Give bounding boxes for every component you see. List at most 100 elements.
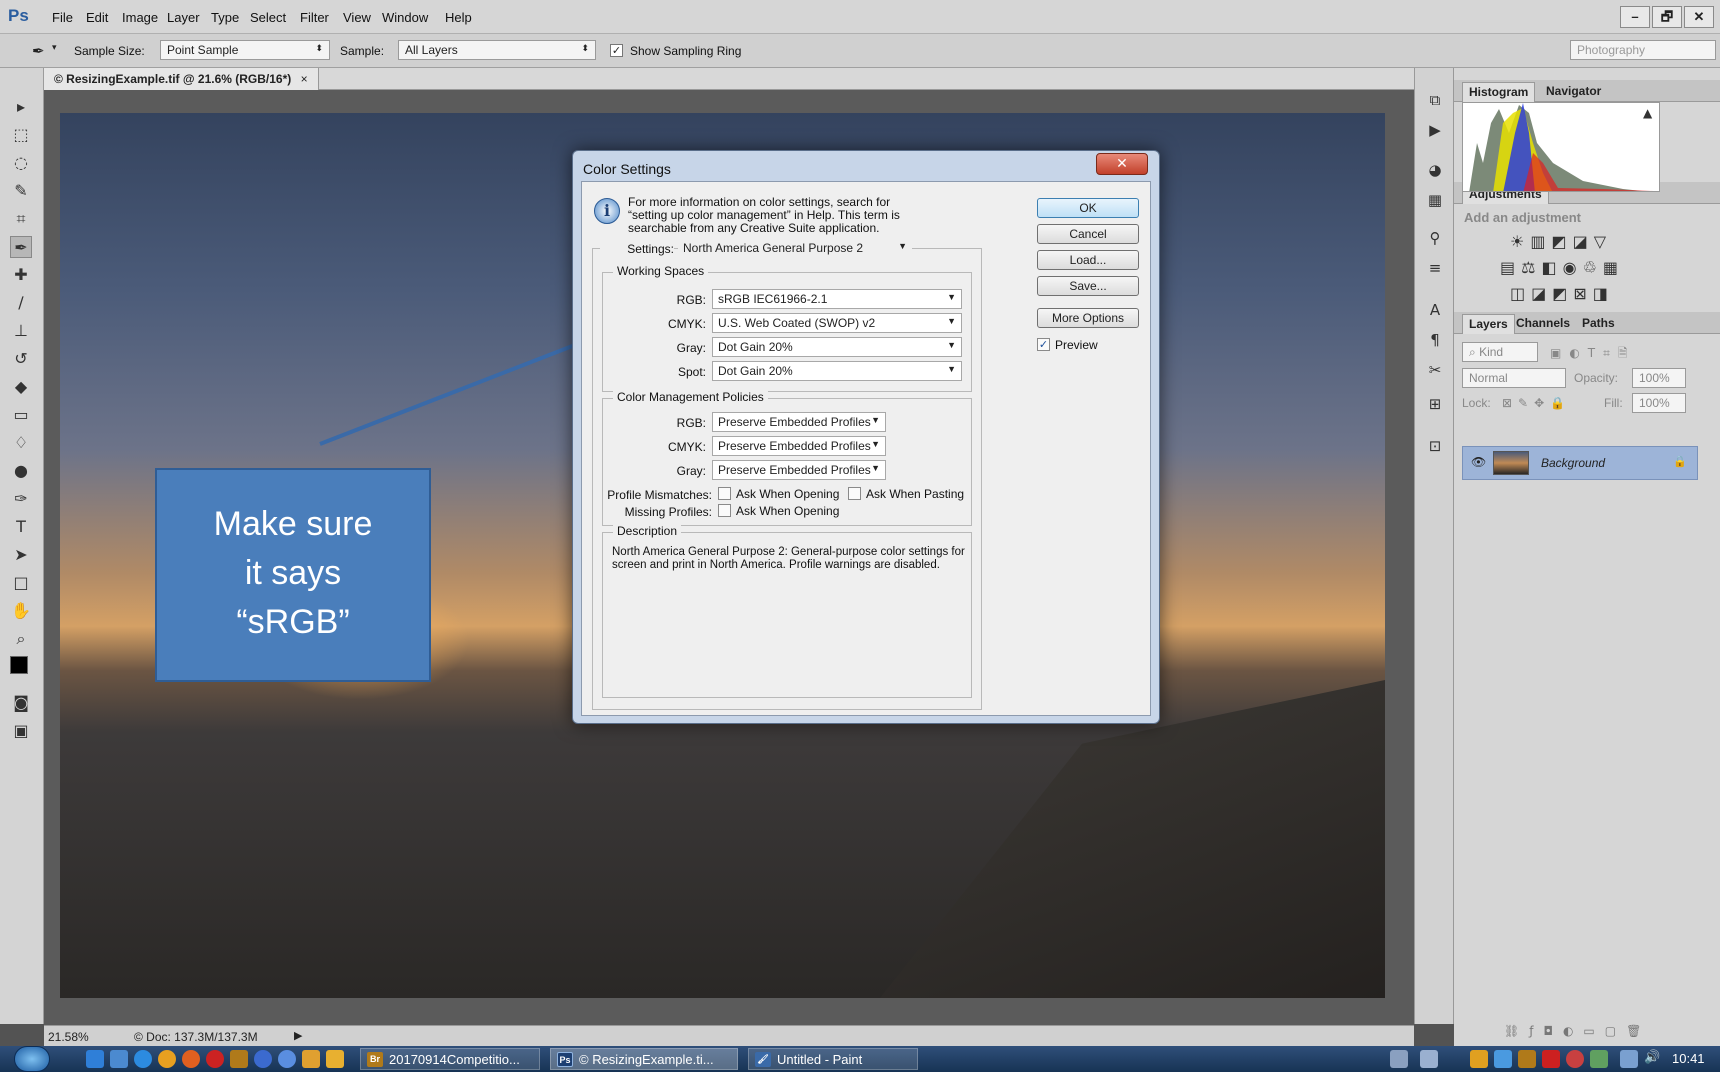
brush-panel-icon[interactable]: ≡ bbox=[1425, 258, 1445, 278]
adjustment-icons-row-1[interactable]: ☀▥◩◪▽ bbox=[1510, 232, 1612, 251]
stamp-tool-icon[interactable]: ⊥ bbox=[10, 320, 32, 342]
ws-spot-select[interactable]: Dot Gain 20% ▼ bbox=[712, 361, 962, 381]
app-icon-1[interactable] bbox=[254, 1050, 272, 1068]
type-tool-icon[interactable]: T bbox=[10, 516, 32, 538]
show-desktop-icon[interactable] bbox=[86, 1050, 104, 1068]
layer-comps-icon[interactable]: ⊞ bbox=[1425, 394, 1445, 414]
missing-ask-when-opening-checkbox[interactable] bbox=[718, 504, 731, 517]
tab-paths[interactable]: Paths bbox=[1576, 314, 1621, 334]
ok-button[interactable]: OK bbox=[1037, 198, 1139, 218]
load-button[interactable]: Load... bbox=[1037, 250, 1139, 270]
settings-select[interactable]: North America General Purpose 2 ▼ bbox=[678, 239, 912, 259]
sample-size-select[interactable]: Point Sample ⬍ bbox=[160, 40, 330, 60]
crop-tool-icon[interactable]: ⌗ bbox=[10, 208, 32, 230]
tool-preset-chevron-icon[interactable]: ▾ bbox=[52, 43, 57, 53]
tab-navigator[interactable]: Navigator bbox=[1540, 82, 1607, 102]
taskbar-clock[interactable]: 10:41 bbox=[1672, 1051, 1705, 1066]
eye-icon[interactable]: 👁 bbox=[1471, 455, 1486, 469]
tool-presets-icon[interactable]: ⚲ bbox=[1425, 228, 1445, 248]
cancel-button[interactable]: Cancel bbox=[1037, 224, 1139, 244]
layer-filter-icons[interactable]: ▣◐T⌗🗎 bbox=[1550, 344, 1636, 365]
blur-tool-icon[interactable]: ♢ bbox=[10, 432, 32, 454]
eraser-tool-icon[interactable]: ◆ bbox=[10, 376, 32, 398]
history-brush-icon[interactable]: ↺ bbox=[10, 348, 32, 370]
save-button[interactable]: Save... bbox=[1037, 276, 1139, 296]
fill-field[interactable]: 100% bbox=[1632, 393, 1686, 413]
menu-type[interactable]: Type bbox=[211, 10, 239, 25]
tray-keyboard-icon[interactable] bbox=[1390, 1050, 1408, 1068]
rectangle-tool-icon[interactable]: □ bbox=[10, 572, 32, 594]
tools-settings-icon[interactable]: ✂ bbox=[1425, 360, 1445, 380]
move-tool-icon[interactable]: ▸ bbox=[10, 96, 32, 118]
character-panel-icon[interactable]: A bbox=[1425, 300, 1445, 320]
policy-gray-select[interactable]: Preserve Embedded Profiles ▼ bbox=[712, 460, 886, 480]
taskbar-task-paint[interactable]: 🖌 Untitled - Paint bbox=[748, 1048, 918, 1070]
menu-edit[interactable]: Edit bbox=[86, 10, 108, 25]
show-sampling-ring-checkbox[interactable]: ✓ bbox=[610, 44, 623, 57]
minimize-button[interactable]: – bbox=[1620, 6, 1650, 28]
adjustment-icons-row-2[interactable]: ▤⚖◧◉♲▦ bbox=[1500, 258, 1624, 277]
taskbar-task-bridge[interactable]: Br 20170914Competitio... bbox=[360, 1048, 540, 1070]
brush-tool-icon[interactable]: ∕ bbox=[10, 292, 32, 314]
tray-app-icon-3[interactable] bbox=[1566, 1050, 1584, 1068]
restore-button[interactable]: 🗗 bbox=[1652, 6, 1682, 28]
zoom-level[interactable]: 21.58% bbox=[48, 1030, 89, 1044]
close-button[interactable]: ✕ bbox=[1684, 6, 1714, 28]
ask-when-pasting-checkbox[interactable] bbox=[848, 487, 861, 500]
ws-gray-select[interactable]: Dot Gain 20% ▼ bbox=[712, 337, 962, 357]
gradient-tool-icon[interactable]: ▭ bbox=[10, 404, 32, 426]
hand-tool-icon[interactable]: ✋ bbox=[10, 600, 32, 622]
quick-mask-icon[interactable]: ◙ bbox=[10, 692, 32, 714]
pen-tool-icon[interactable]: ✑ bbox=[10, 488, 32, 510]
actions-panel-icon[interactable]: ▶ bbox=[1425, 120, 1445, 140]
ws-rgb-select[interactable]: sRGB IEC61966-2.1 ▼ bbox=[712, 289, 962, 309]
adjustment-icons-row-3[interactable]: ◫◪◩⊠◨ bbox=[1510, 284, 1614, 303]
tab-channels[interactable]: Channels bbox=[1510, 314, 1576, 334]
swatches-panel-icon[interactable]: ▦ bbox=[1425, 190, 1445, 210]
paragraph-panel-icon[interactable]: ¶ bbox=[1425, 330, 1445, 350]
tray-ati-icon[interactable] bbox=[1542, 1050, 1560, 1068]
dialog-close-button[interactable]: ✕ bbox=[1096, 153, 1148, 175]
tray-mail-icon[interactable] bbox=[1420, 1050, 1438, 1068]
marquee-tool-icon[interactable]: ⬚ bbox=[10, 124, 32, 146]
policy-rgb-select[interactable]: Preserve Embedded Profiles ▼ bbox=[712, 412, 886, 432]
history-panel-icon[interactable]: ⧉ bbox=[1425, 90, 1445, 110]
tray-app-icon-1[interactable] bbox=[1470, 1050, 1488, 1068]
layer-row-background[interactable]: 👁 Background 🔒 bbox=[1462, 446, 1698, 480]
preview-checkbox[interactable]: ✓ bbox=[1037, 338, 1050, 351]
menu-layer[interactable]: Layer bbox=[167, 10, 200, 25]
chrome-icon[interactable] bbox=[158, 1050, 176, 1068]
ask-when-opening-checkbox[interactable] bbox=[718, 487, 731, 500]
start-button[interactable] bbox=[14, 1046, 50, 1072]
menu-filter[interactable]: Filter bbox=[300, 10, 329, 25]
opacity-field[interactable]: 100% bbox=[1632, 368, 1686, 388]
quick-select-tool-icon[interactable]: ✎ bbox=[10, 180, 32, 202]
eyedropper-tool-icon[interactable]: ✒ bbox=[10, 236, 32, 258]
path-select-tool-icon[interactable]: ➤ bbox=[10, 544, 32, 566]
policy-cmyk-select[interactable]: Preserve Embedded Profiles ▼ bbox=[712, 436, 886, 456]
blend-mode-select[interactable]: Normal bbox=[1462, 368, 1566, 388]
app-icon-3[interactable] bbox=[302, 1050, 320, 1068]
tab-histogram[interactable]: Histogram bbox=[1462, 82, 1536, 102]
eyedropper-icon[interactable]: ✒ bbox=[32, 42, 45, 60]
more-options-button[interactable]: More Options bbox=[1037, 308, 1139, 328]
tray-bridge-icon[interactable] bbox=[1518, 1050, 1536, 1068]
media-icon[interactable] bbox=[206, 1050, 224, 1068]
app-icon-2[interactable] bbox=[278, 1050, 296, 1068]
menu-view[interactable]: View bbox=[343, 10, 371, 25]
tray-network-icon[interactable] bbox=[1620, 1050, 1638, 1068]
close-tab-icon[interactable]: × bbox=[301, 72, 308, 86]
dodge-tool-icon[interactable]: ● bbox=[10, 460, 32, 482]
menu-file[interactable]: File bbox=[52, 10, 73, 25]
tray-app-icon-4[interactable] bbox=[1590, 1050, 1608, 1068]
workspace-select[interactable]: Photography bbox=[1570, 40, 1716, 60]
tab-layers[interactable]: Layers bbox=[1462, 314, 1515, 334]
tray-volume-icon[interactable]: 🔊 bbox=[1644, 1050, 1660, 1065]
ws-cmyk-select[interactable]: U.S. Web Coated (SWOP) v2 ▼ bbox=[712, 313, 962, 333]
explorer-icon[interactable] bbox=[110, 1050, 128, 1068]
menu-help[interactable]: Help bbox=[445, 10, 472, 25]
internet-explorer-icon[interactable] bbox=[134, 1050, 152, 1068]
menu-window[interactable]: Window bbox=[382, 10, 428, 25]
zoom-tool-icon[interactable]: ⌕ bbox=[10, 628, 32, 650]
app-icon-4[interactable] bbox=[326, 1050, 344, 1068]
